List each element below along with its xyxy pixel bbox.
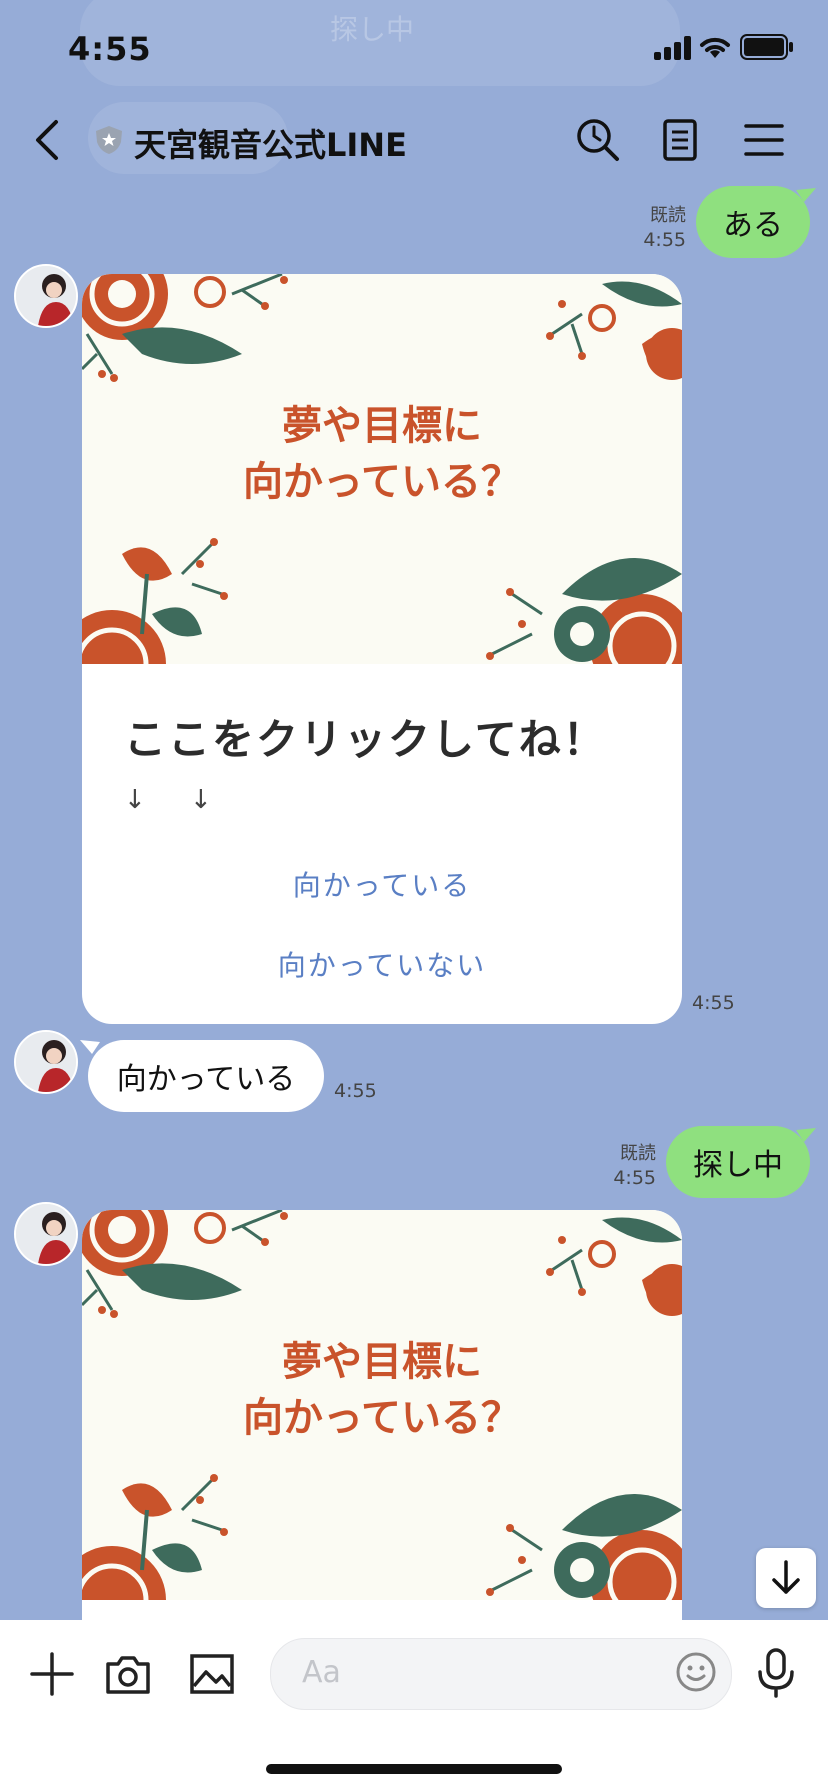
plus-icon[interactable] (28, 1650, 76, 1698)
menu-icon[interactable] (740, 116, 788, 164)
status-time: 4:55 (68, 30, 152, 68)
message-text: 向かっている (116, 1062, 296, 1097)
avatar[interactable] (14, 1202, 78, 1266)
arrow-down-icon (772, 1560, 800, 1594)
back-icon[interactable] (30, 118, 64, 162)
card-image[interactable]: 夢や目標に 向かっている？ (82, 274, 682, 664)
shield-icon (96, 126, 122, 154)
bubble-tail (796, 1128, 816, 1142)
read-receipt: 既読 (650, 205, 686, 226)
card-image-line2: 向かっている？ (243, 1395, 521, 1441)
card-image-title: 夢や目標に 向かっている？ (82, 398, 682, 510)
option-button-not-towards[interactable]: 向かっていない (82, 944, 682, 984)
rich-message-card: 夢や目標に 向かっている？ ここをクリックしてね！ ↓ ↓ 向かっている 向かっ… (82, 274, 682, 1024)
message-text: ある (723, 208, 783, 243)
card-image-line2: 向かっている？ (243, 459, 521, 505)
avatar-photo (16, 266, 76, 326)
message-meta: 既読 4:55 (600, 1142, 656, 1190)
incoming-message-bubble[interactable]: 向かっている (88, 1040, 324, 1112)
scroll-to-bottom-button[interactable] (756, 1548, 816, 1608)
message-time: 4:55 (334, 1080, 377, 1102)
card-image-line1: 夢や目標に (282, 1339, 482, 1385)
camera-icon[interactable] (104, 1650, 152, 1698)
bubble-tail (796, 188, 816, 202)
card-image-line1: 夢や目標に (282, 403, 482, 449)
message-time: 4:55 (613, 1167, 656, 1189)
card-arrows: ↓ ↓ (124, 785, 230, 815)
card-heading: ここをクリックしてね！ (124, 715, 607, 764)
signal-icon (654, 36, 691, 60)
message-time: 4:55 (692, 992, 735, 1014)
chat-title[interactable]: 天宮観音公式LINE (134, 120, 407, 166)
avatar-photo (16, 1032, 76, 1092)
home-indicator (266, 1764, 562, 1774)
image-icon[interactable] (188, 1650, 236, 1698)
mic-icon[interactable] (754, 1646, 798, 1700)
emoji-icon[interactable] (674, 1650, 718, 1694)
message-meta: 既読 4:55 (630, 204, 686, 252)
card-image-title: 夢や目標に 向かっている？ (82, 1334, 682, 1446)
avatar-photo (16, 1204, 76, 1264)
avatar[interactable] (14, 1030, 78, 1094)
wifi-icon (700, 37, 730, 58)
card-body: ここをクリックしてね！ ↓ ↓ (82, 664, 682, 815)
card-image[interactable]: 夢や目標に 向かっている？ (82, 1210, 682, 1600)
outgoing-message-bubble[interactable]: 探し中 (666, 1126, 810, 1198)
rich-message-card: 夢や目標に 向かっている？ (82, 1210, 682, 1620)
message-input-placeholder: Aa (302, 1655, 341, 1690)
outgoing-message-bubble[interactable]: ある (696, 186, 810, 258)
message-text: 探し中 (693, 1148, 783, 1183)
previous-message-text: 探し中 (330, 13, 415, 46)
search-icon[interactable] (574, 116, 622, 164)
read-receipt: 既読 (620, 1143, 656, 1164)
notes-icon[interactable] (656, 116, 704, 164)
message-time: 4:55 (643, 229, 686, 251)
battery-icon (740, 34, 793, 60)
option-button-towards[interactable]: 向かっている (82, 864, 682, 904)
avatar[interactable] (14, 264, 78, 328)
